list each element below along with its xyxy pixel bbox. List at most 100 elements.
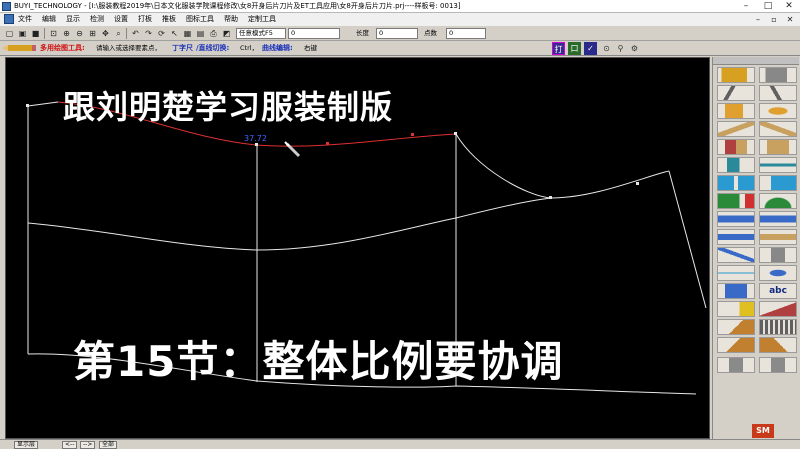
tool-pleat[interactable] — [759, 193, 797, 209]
tool-grainline[interactable] — [717, 265, 755, 281]
tool-triangle[interactable] — [717, 319, 755, 335]
doc-minimize-button[interactable]: – — [752, 14, 764, 25]
tool-text[interactable]: abc — [759, 283, 797, 299]
zoom-tool-icon[interactable]: ⊙ — [600, 42, 613, 55]
title-bar: BUYI_TECHNOLOGY - [I:\服装教程2019年\日本文化服装学院… — [0, 0, 800, 13]
print-icon[interactable]: ⎙ — [208, 28, 219, 39]
point-marker — [26, 104, 29, 107]
tool-scissors[interactable] — [717, 157, 755, 173]
zoom-all-icon[interactable]: ⌕ — [113, 28, 124, 39]
next-layer-button[interactable]: --> — [80, 441, 96, 449]
all-layers-button[interactable]: 全部 — [99, 441, 118, 449]
points-input[interactable]: 0 — [446, 28, 486, 39]
menu-check[interactable]: 检测 — [90, 13, 104, 26]
show-layer-button[interactable]: 显示层 — [14, 441, 39, 449]
menu-drafting[interactable]: 打板 — [138, 13, 152, 26]
menu-edit[interactable]: 编辑 — [42, 13, 56, 26]
tool-ruler[interactable] — [717, 121, 755, 137]
tool-hint-bar: 多用绘图工具: 请输入或选择要素点， 丁字尺 /直线切换: Ctrl， 曲线编辑… — [0, 41, 800, 56]
length-input[interactable]: 0 — [376, 28, 418, 39]
snap-toggle-icon[interactable]: 打 — [552, 42, 565, 55]
tool-corner[interactable] — [717, 247, 755, 263]
doc-close-button[interactable]: ✕ — [784, 14, 796, 25]
tool-pencil[interactable] — [717, 67, 755, 83]
tool-fold[interactable] — [717, 283, 755, 299]
grid-toggle-icon[interactable]: 口 — [568, 42, 581, 55]
tool-shape[interactable] — [717, 337, 755, 353]
tool-compass[interactable] — [717, 85, 755, 101]
tool-chalk[interactable] — [759, 139, 797, 155]
tool-pattern-copy[interactable] — [759, 211, 797, 227]
menu-icon-tools[interactable]: 图标工具 — [186, 13, 214, 26]
prev-layer-button[interactable]: <-- — [62, 441, 78, 449]
mode-number-input[interactable]: 0 — [288, 28, 340, 39]
pencil-icon — [2, 45, 36, 51]
select-icon[interactable]: ↖ — [169, 28, 180, 39]
pan-icon[interactable]: ✥ — [100, 28, 111, 39]
app-window: BUYI_TECHNOLOGY - [I:\服装教程2019年\日本文化服装学院… — [0, 0, 800, 449]
tool-slope[interactable] — [759, 301, 797, 317]
tool-triangle-alt[interactable] — [759, 337, 797, 353]
pattern-upper-right-curve — [455, 133, 670, 199]
maximize-button[interactable]: □ — [757, 0, 779, 12]
table-icon[interactable]: ▤ — [195, 28, 206, 39]
minimize-button[interactable]: – — [735, 0, 757, 12]
undo-icon[interactable]: ↶ — [130, 28, 141, 39]
tool-divider[interactable] — [759, 85, 797, 101]
tool-wave[interactable] — [759, 157, 797, 173]
tool-pattern-block[interactable] — [717, 211, 755, 227]
menu-grading[interactable]: 推板 — [162, 13, 176, 26]
tool-hem[interactable] — [759, 229, 797, 245]
close-button[interactable]: ✕ — [778, 0, 800, 12]
tool-marker[interactable] — [717, 139, 755, 155]
menu-view[interactable]: 显示 — [66, 13, 80, 26]
point-marker — [255, 143, 258, 146]
drawing-canvas[interactable]: 37.72 跟刘明楚学习服装制版 第15节：整体比例要协调 — [5, 57, 710, 439]
main-toolbar: ▢ ▣ ■ ⊡ ⊕ ⊖ ⊞ ✥ ⌕ ↶ ↷ ⟳ ↖ ▦ ▤ ⎙ ◩ 任意模式F5… — [0, 26, 800, 41]
pin-tool-icon[interactable]: ⚲ — [614, 42, 627, 55]
zoom-in-icon[interactable]: ⊕ — [61, 28, 72, 39]
save-icon[interactable]: ■ — [30, 28, 41, 39]
point-marker — [636, 182, 639, 185]
tool-dart[interactable] — [717, 193, 755, 209]
tool-grid-block[interactable] — [759, 319, 797, 335]
tool-angle-ruler[interactable] — [759, 121, 797, 137]
doc-restore-button[interactable]: ▫ — [768, 14, 780, 25]
new-file-icon[interactable]: ▢ — [4, 28, 15, 39]
tool-diamond[interactable] — [759, 103, 797, 119]
tool-pen[interactable] — [759, 67, 797, 83]
grid-icon[interactable]: ▦ — [182, 28, 193, 39]
zoom-out-icon[interactable]: ⊖ — [74, 28, 85, 39]
zoom-window-icon[interactable]: ⊞ — [87, 28, 98, 39]
menu-custom-tools[interactable]: 定制工具 — [248, 13, 276, 26]
tool-button[interactable] — [759, 265, 797, 281]
tool-tape-measure[interactable] — [717, 301, 755, 317]
hint-text: 请输入或选择要素点， — [96, 44, 161, 52]
zoom-fit-icon[interactable]: ⊡ — [48, 28, 59, 39]
tool-extra-1[interactable] — [717, 357, 755, 373]
tool-arrow-move[interactable] — [759, 175, 797, 191]
toolbar-divider — [126, 28, 127, 39]
confirm-toggle-icon[interactable]: ✓ — [584, 42, 597, 55]
tool-extra-2[interactable] — [759, 357, 797, 373]
measure-label: 37.72 — [244, 134, 267, 143]
curve-edit-label: 曲线编辑: — [262, 44, 293, 52]
refresh-icon[interactable]: ⟳ — [156, 28, 167, 39]
menu-bar: 文件 编辑 显示 检测 设置 打板 推板 图标工具 帮助 定制工具 – ▫ ✕ — [0, 13, 800, 26]
tool-seam-allowance[interactable] — [717, 229, 755, 245]
tool-move-point[interactable] — [717, 175, 755, 191]
pattern-right-edge — [668, 170, 707, 309]
tool-notch-label[interactable] — [759, 247, 797, 263]
menu-settings[interactable]: 设置 — [114, 13, 128, 26]
mode-select[interactable]: 任意模式F5 — [236, 28, 286, 39]
settings-tool-icon[interactable]: ⚙ — [628, 42, 641, 55]
line-toggle-label: /直线切换: — [196, 44, 230, 52]
menu-file[interactable]: 文件 — [18, 13, 32, 26]
tool-curve-pencil[interactable] — [717, 103, 755, 119]
redo-icon[interactable]: ↷ — [143, 28, 154, 39]
mode-icon[interactable]: ◩ — [221, 28, 232, 39]
toolbar-divider — [44, 28, 45, 39]
open-file-icon[interactable]: ▣ — [17, 28, 28, 39]
palette-header — [713, 57, 799, 65]
menu-help[interactable]: 帮助 — [224, 13, 238, 26]
